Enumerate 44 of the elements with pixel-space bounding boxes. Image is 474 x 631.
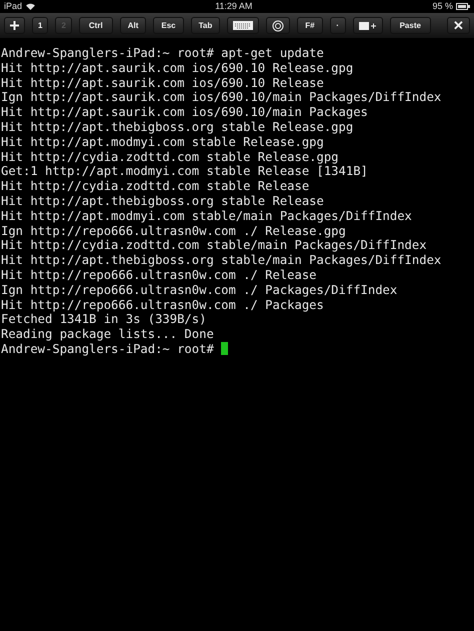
key-button[interactable] — [4, 17, 25, 34]
clock: 11:29 AM — [214, 0, 254, 13]
key-button[interactable]: Esc — [153, 17, 184, 34]
terminal-line: Hit http://apt.thebigboss.org stable/main Packages/DiffIndex — [1, 253, 442, 268]
keyboard-icon — [233, 21, 254, 30]
terminal-line: Hit http://apt.saurik.com ios/690.10 Release — [1, 76, 325, 90]
terminal-line: Hit http://cydia.zodttd.com stable/main Packages/DiffIndex — [1, 238, 428, 254]
terminal-line: Hit http://apt.thebigboss.org stable Release.gpg — [1, 120, 354, 135]
terminal-line: Hit http://apt.modmyi.com stable/main Packages/DiffIndex — [1, 208, 413, 224]
terminal-line: Hit http://cydia.zodttd.com stable Release — [1, 179, 310, 194]
key-button[interactable]: Alt — [120, 17, 146, 34]
key-button[interactable]: Tab — [190, 17, 220, 34]
wifi-icon — [26, 3, 36, 10]
terminal-line: Get:1 http://apt.modmyi.com stable Release [1341B] — [1, 164, 369, 180]
plus-icon — [10, 21, 19, 30]
terminal-line: Hit http://cydia.zodttd.com stable Release.gpg — [1, 150, 340, 164]
circle-icon — [272, 20, 284, 32]
terminal-line: Hit http://repo666.ultrasn0w.com ./ Packages — [1, 298, 325, 312]
terminal-line: Ign http://repo666.ultrasn0w.com ./ Release.gpg — [1, 224, 347, 238]
terminal-line: Andrew-Spanglers-iPad:~ root# apt-get update — [1, 46, 325, 61]
key-button[interactable]: F# — [297, 17, 323, 34]
key-button[interactable]: 1 — [32, 17, 48, 34]
key-button[interactable]: · — [330, 17, 346, 34]
battery-percent: 95 % — [432, 0, 453, 13]
terminal-line: Hit http://repo666.ultrasn0w.com ./ Release — [1, 268, 318, 283]
window-icon — [358, 21, 377, 30]
key-button[interactable] — [266, 17, 290, 34]
device-name: iPad — [4, 0, 22, 13]
key-button[interactable]: Paste — [390, 17, 431, 34]
terminal-line: Ign http://repo666.ultrasn0w.com ./ Packages/DiffIndex — [1, 282, 398, 298]
terminal-line: Ign http://apt.saurik.com ios/690.10/main Packages/DiffIndex — [1, 90, 442, 106]
close-button[interactable]: ✕ — [447, 17, 470, 34]
battery-icon — [456, 3, 470, 10]
terminal-line: Hit http://apt.saurik.com ios/690.10 Release.gpg — [1, 60, 354, 76]
key-button[interactable] — [352, 17, 383, 34]
terminal-line: Hit http://apt.saurik.com ios/690.10/main Packages — [1, 105, 369, 120]
terminal-line: Reading package lists... Done — [1, 327, 215, 342]
terminal-line: Hit http://apt.thebigboss.org stable Release — [1, 194, 325, 209]
terminal-line: Hit http://apt.modmyi.com stable Release.gpg — [1, 134, 325, 150]
key-button[interactable] — [227, 17, 260, 34]
terminal-prompt: Andrew-Spanglers-iPad:~ root# — [1, 342, 214, 356]
terminal-line: Fetched 1341B in 3s (339B/s) — [1, 312, 208, 328]
cursor — [220, 342, 228, 355]
key-button[interactable]: Ctrl — [78, 17, 113, 34]
